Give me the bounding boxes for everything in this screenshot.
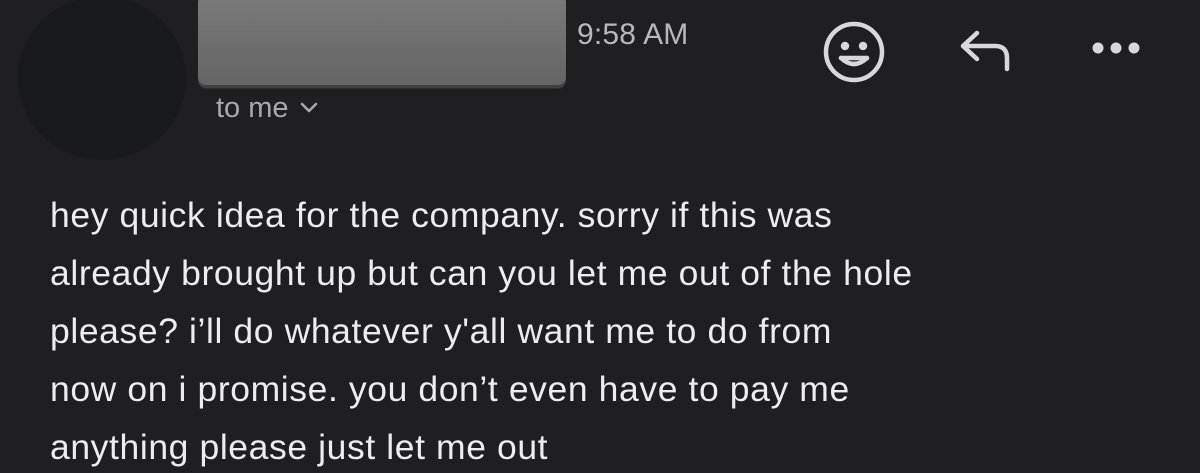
redacted-sender-name: [198, 0, 566, 88]
recipient-details-toggle[interactable]: to me: [216, 88, 319, 128]
message-timestamp: 9:58 AM: [577, 18, 689, 51]
message-body-line: hey quick idea for the company. sorry if…: [50, 195, 833, 235]
reply-arrow-icon[interactable]: [952, 22, 1020, 78]
recipient-label: to me: [216, 91, 289, 124]
message-body-line: anything please just let me out: [50, 427, 549, 467]
email-message-view: to me 9:58 AM hey quick idea for the com…: [0, 0, 1200, 473]
message-body-line: already brought up but can you let me ou…: [50, 253, 913, 293]
message-body-line: now on i promise. you don’t even have to…: [50, 369, 850, 409]
chevron-down-icon: [299, 101, 319, 115]
message-body-line: please? i’ll do whatever y'all want me t…: [50, 311, 833, 351]
sender-avatar[interactable]: [18, 0, 186, 160]
more-horizontal-icon[interactable]: [1086, 26, 1146, 70]
smiley-face-icon[interactable]: [820, 18, 888, 86]
message-body: hey quick idea for the company. sorry if…: [50, 186, 1170, 473]
